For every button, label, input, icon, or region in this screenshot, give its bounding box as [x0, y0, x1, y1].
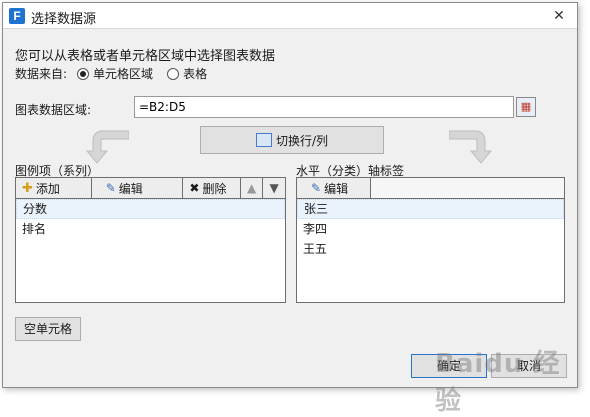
add-series-button[interactable]: ✚ 添加	[16, 178, 92, 198]
select-data-source-dialog: F 选择数据源 ✕ 您可以从表格或者单元格区域中选择图表数据 数据来自: 单元格…	[2, 2, 578, 416]
edit-icon: ✎	[105, 181, 116, 195]
delete-series-label: 删除	[202, 181, 227, 196]
move-down-button[interactable]: ▼	[263, 178, 286, 198]
edit-series-label: 编辑	[118, 181, 143, 196]
radio-cell-range-label[interactable]: 单元格区域	[93, 65, 153, 82]
empty-cells-button[interactable]: 空单元格	[15, 317, 81, 341]
axis-toolbar: ✎ 编辑	[296, 177, 565, 199]
switch-row-column-button[interactable]: 切换行/列	[200, 126, 384, 154]
list-item[interactable]: 王五	[297, 239, 564, 259]
move-up-button[interactable]: ▲	[241, 178, 264, 198]
triangle-up-icon: ▲	[247, 181, 257, 195]
range-select-icon: ▦	[520, 100, 532, 113]
data-source-row: 数据来自: 单元格区域 表格	[15, 65, 207, 82]
ok-button[interactable]: 确定	[411, 354, 487, 378]
delete-series-button[interactable]: ✖ 删除	[183, 178, 242, 198]
cancel-button[interactable]: 取消	[491, 354, 567, 378]
hint-text: 您可以从表格或者单元格区域中选择图表数据	[15, 49, 276, 64]
list-item[interactable]: 排名	[16, 219, 285, 239]
series-list: 分数 排名	[15, 199, 286, 303]
close-button[interactable]: ✕	[549, 6, 569, 26]
right-curved-arrow-icon	[449, 130, 493, 164]
axis-label-list: 张三 李四 王五	[296, 199, 565, 303]
app-logo-icon: F	[9, 8, 25, 24]
series-toolbar: ✚ 添加 ✎ 编辑 ✖ 删除 ▲ ▼	[15, 177, 286, 199]
triangle-down-icon: ▼	[269, 181, 279, 195]
edit-axis-label: 编辑	[324, 181, 349, 196]
data-source-label: 数据来自:	[15, 67, 68, 81]
add-icon: ✚	[22, 180, 33, 196]
edit-icon: ✎	[311, 181, 322, 195]
title-bar: F 选择数据源 ✕	[3, 3, 577, 29]
dialog-title: 选择数据源	[31, 12, 97, 27]
switch-row-column-label: 切换行/列	[275, 133, 329, 148]
left-curved-arrow-icon	[85, 130, 129, 164]
close-icon: ✕	[553, 8, 565, 24]
edit-axis-button[interactable]: ✎ 编辑	[297, 178, 371, 198]
radio-cell-range[interactable]	[77, 67, 90, 80]
range-picker-button[interactable]: ▦	[516, 97, 536, 117]
add-series-label: 添加	[35, 181, 60, 196]
list-item[interactable]: 张三	[297, 199, 564, 219]
chart-range-input[interactable]	[134, 96, 514, 118]
chart-range-label: 图表数据区域:	[15, 103, 92, 117]
list-item[interactable]: 李四	[297, 219, 564, 239]
switch-row-column-icon	[255, 133, 272, 147]
edit-series-button[interactable]: ✎ 编辑	[91, 178, 184, 198]
list-item[interactable]: 分数	[16, 199, 285, 219]
radio-table-label[interactable]: 表格	[183, 65, 207, 82]
radio-table[interactable]	[167, 67, 180, 80]
delete-icon: ✖	[189, 181, 200, 195]
